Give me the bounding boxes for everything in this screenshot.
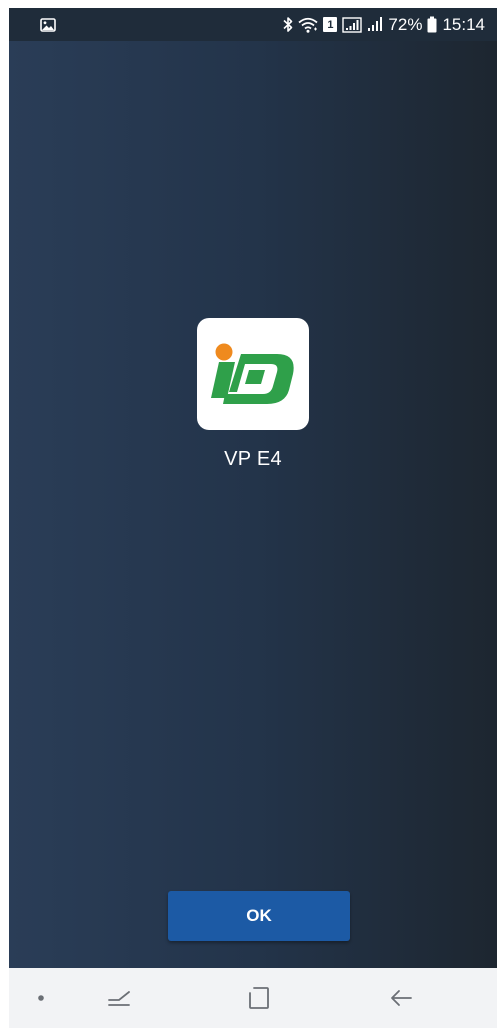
ok-button[interactable]: OK bbox=[168, 891, 350, 941]
clock: 15:14 bbox=[442, 14, 485, 34]
recent-apps-icon[interactable] bbox=[99, 968, 139, 1028]
status-bar: 1 72% 15:14 bbox=[9, 8, 497, 41]
battery-percent: 72% bbox=[388, 14, 423, 34]
phone-screen: 1 72% 15:14 VP E4 OK bbox=[9, 8, 497, 1028]
app-name: VP E4 bbox=[224, 448, 282, 470]
bluetooth-icon bbox=[283, 17, 293, 32]
app-info: VP E4 bbox=[9, 318, 497, 471]
sim-icon: 1 bbox=[323, 17, 338, 32]
app-logo-icon bbox=[197, 318, 309, 430]
home-icon[interactable] bbox=[239, 968, 279, 1028]
navigation-bar bbox=[9, 968, 497, 1028]
dot-icon[interactable] bbox=[23, 968, 59, 1028]
wifi-icon bbox=[298, 17, 318, 33]
signal-icon bbox=[342, 16, 363, 33]
battery-icon bbox=[427, 16, 437, 33]
signal-icon bbox=[368, 17, 383, 31]
back-icon[interactable] bbox=[381, 968, 421, 1028]
app-screen: VP E4 OK bbox=[9, 41, 497, 968]
image-notification-icon bbox=[40, 17, 56, 32]
